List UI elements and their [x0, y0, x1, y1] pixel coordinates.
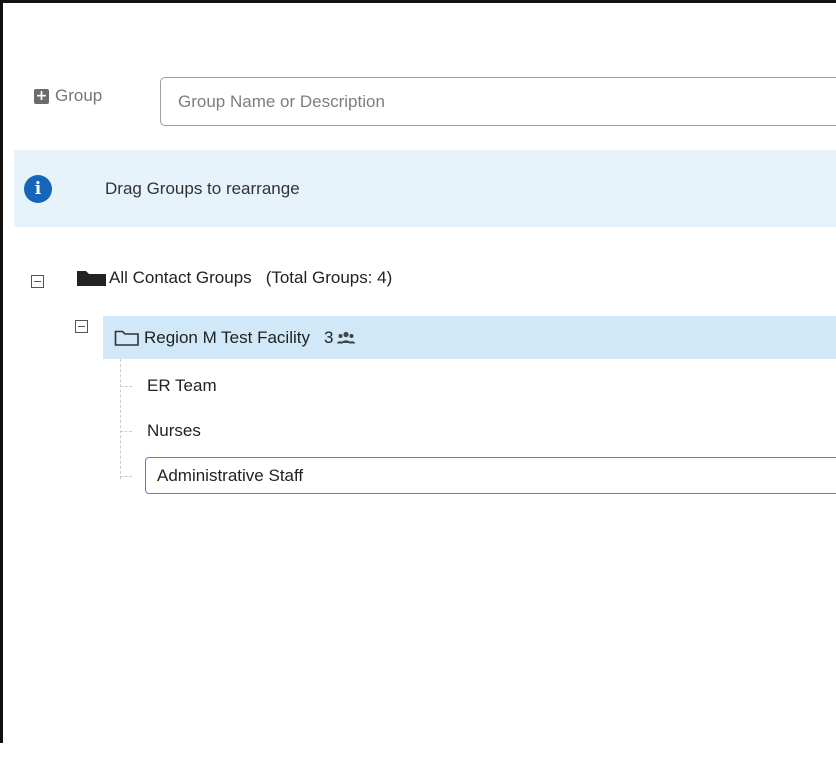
tree-root-label: All Contact Groups	[109, 268, 252, 287]
frame-gap	[0, 743, 12, 757]
tree-leaf-nurses[interactable]: Nurses	[147, 421, 201, 441]
tree-branch	[120, 476, 132, 477]
tree-branch	[120, 431, 132, 432]
folder-filled-icon	[77, 271, 106, 286]
info-banner: i Drag Groups to rearrange	[14, 150, 836, 227]
collapse-root-toggle[interactable]	[31, 275, 44, 288]
tree-branch	[120, 386, 132, 387]
group-search-input[interactable]	[160, 77, 836, 126]
plus-icon: +	[34, 87, 49, 104]
add-group-label: Group	[55, 86, 103, 105]
tree-root-total: (Total Groups: 4)	[265, 268, 393, 287]
tree-connector	[120, 359, 121, 479]
tree-leaf-er-team[interactable]: ER Team	[147, 376, 217, 396]
rename-group-input[interactable]	[145, 457, 836, 494]
info-icon: i	[24, 174, 52, 203]
tree-group-count: 3	[323, 327, 334, 347]
folder-open-icon	[114, 330, 139, 346]
info-banner-text: Drag Groups to rearrange	[105, 178, 300, 198]
tree-group-region-m[interactable]: Region M Test Facility 3	[103, 316, 836, 359]
tree-root[interactable]: All Contact Groups (Total Groups: 4)	[76, 268, 392, 288]
collapse-group-toggle[interactable]	[75, 320, 88, 333]
users-icon	[337, 331, 356, 343]
add-group-button[interactable]: + Group	[34, 86, 102, 106]
tree-group-label: Region M Test Facility	[144, 327, 310, 347]
